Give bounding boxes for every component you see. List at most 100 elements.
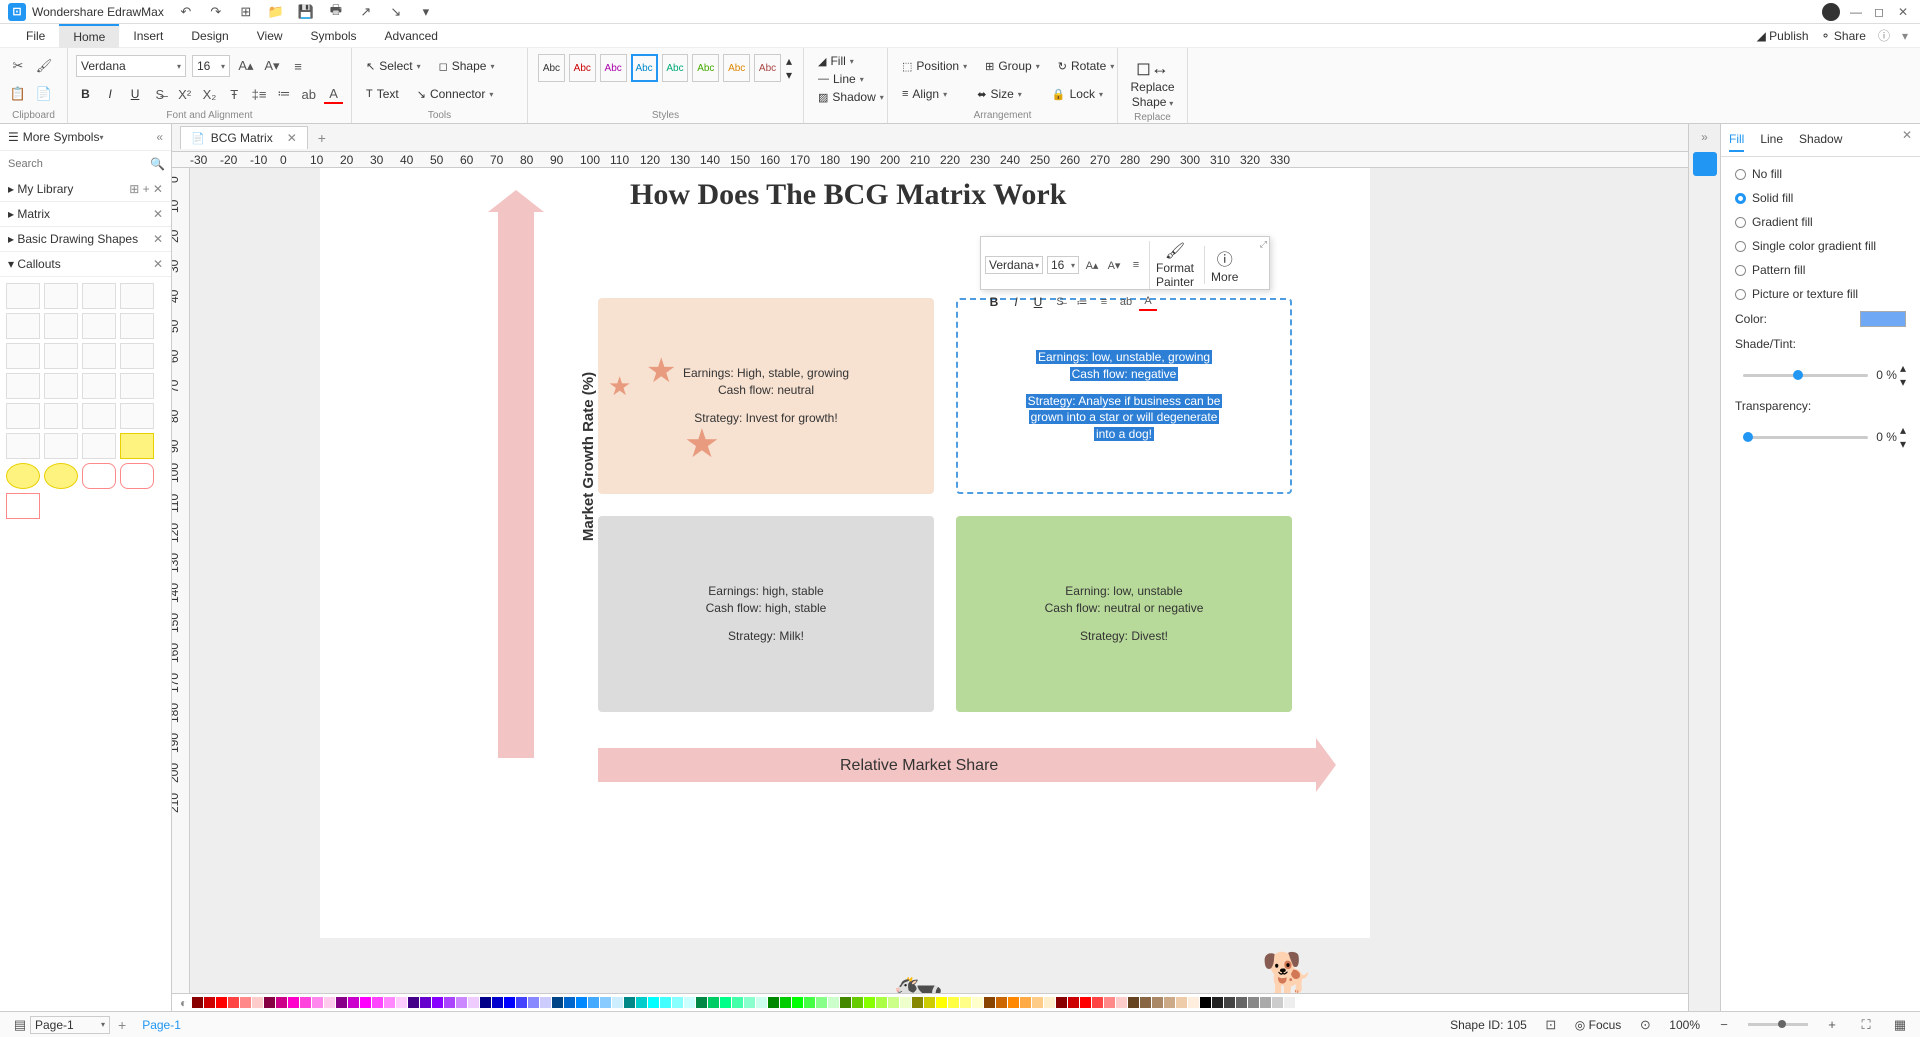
- color-swatch[interactable]: [264, 997, 275, 1008]
- color-swatch[interactable]: [948, 997, 959, 1008]
- shape-thumb[interactable]: [120, 373, 154, 399]
- text-button[interactable]: T Text: [360, 85, 405, 103]
- shape-thumb[interactable]: [82, 403, 116, 429]
- case-icon[interactable]: Ŧ: [225, 84, 244, 104]
- color-swatch[interactable]: [792, 997, 803, 1008]
- diagram-title[interactable]: How Does The BCG Matrix Work: [630, 178, 1066, 212]
- color-swatch[interactable]: [696, 997, 707, 1008]
- color-swatch[interactable]: [372, 997, 383, 1008]
- color-swatch[interactable]: [516, 997, 527, 1008]
- fill-button[interactable]: ◢ Fill ▾: [812, 52, 879, 70]
- color-swatch[interactable]: [804, 997, 815, 1008]
- quadrant-stars[interactable]: Earnings: High, stable, growing Cash flo…: [598, 298, 934, 494]
- fullscreen-icon[interactable]: ⛶: [1856, 1015, 1876, 1035]
- menu-file[interactable]: File: [12, 25, 59, 47]
- color-swatch[interactable]: [1008, 997, 1019, 1008]
- style-6[interactable]: Abc: [692, 54, 719, 82]
- undo-icon[interactable]: ↶: [176, 2, 196, 22]
- color-swatch[interactable]: [1248, 997, 1259, 1008]
- shape-thumb[interactable]: [82, 283, 116, 309]
- floating-toolbar[interactable]: Verdana▾ 16▾ A▴ A▾ ≡ 🖌Format Painter ⓘMo…: [980, 236, 1270, 290]
- maximize-icon[interactable]: ◻: [1874, 5, 1888, 19]
- focus-button[interactable]: ◎ Focus: [1575, 1018, 1622, 1032]
- shape-thumb[interactable]: [44, 313, 78, 339]
- rotate-button[interactable]: ↻ Rotate▾: [1052, 57, 1121, 75]
- open-icon[interactable]: 📁: [266, 2, 286, 22]
- color-swatch[interactable]: [864, 997, 875, 1008]
- color-swatch[interactable]: [564, 997, 575, 1008]
- shape-thumb[interactable]: [120, 433, 154, 459]
- copy-icon[interactable]: 📋: [8, 84, 28, 104]
- shape-thumb[interactable]: [6, 493, 40, 519]
- color-swatch[interactable]: [1164, 997, 1175, 1008]
- radio-solid-fill[interactable]: Solid fill: [1735, 191, 1906, 205]
- format-painter-icon[interactable]: 🖌: [34, 56, 54, 76]
- color-swatch[interactable]: [228, 997, 239, 1008]
- zoom-in-icon[interactable]: +: [1822, 1015, 1842, 1035]
- color-swatch[interactable]: [1296, 997, 1307, 1008]
- color-swatch[interactable]: [744, 997, 755, 1008]
- cut-icon[interactable]: ✂: [8, 56, 28, 76]
- shape-thumb[interactable]: [120, 343, 154, 369]
- export-icon[interactable]: ↗: [356, 2, 376, 22]
- ft-pin-icon[interactable]: ⤢: [1260, 239, 1267, 250]
- shape-thumb[interactable]: [6, 433, 40, 459]
- shape-thumb[interactable]: [44, 373, 78, 399]
- select-button[interactable]: ↖ Select ▾: [360, 57, 427, 75]
- color-swatch[interactable]: [840, 997, 851, 1008]
- color-swatch[interactable]: [504, 997, 515, 1008]
- share-button[interactable]: ⚬ Share: [1821, 29, 1866, 43]
- color-swatch[interactable]: [336, 997, 347, 1008]
- color-swatch[interactable]: [1116, 997, 1127, 1008]
- shape-thumb[interactable]: [120, 313, 154, 339]
- color-swatch[interactable]: [1032, 997, 1043, 1008]
- minimize-icon[interactable]: —: [1850, 5, 1864, 19]
- color-swatch[interactable]: [1104, 997, 1115, 1008]
- color-swatch[interactable]: [1212, 997, 1223, 1008]
- color-swatch[interactable]: [1272, 997, 1283, 1008]
- line-button[interactable]: — Line ▾: [812, 70, 879, 88]
- matrix-section[interactable]: ▸ Matrix✕: [0, 202, 171, 227]
- shade-down-icon[interactable]: ▾: [1900, 375, 1906, 389]
- font-decrease-icon[interactable]: A▾: [262, 56, 282, 76]
- color-swatch[interactable]: [432, 997, 443, 1008]
- ft-increase-icon[interactable]: A▴: [1083, 256, 1101, 274]
- color-swatch[interactable]: [528, 997, 539, 1008]
- color-swatch[interactable]: [732, 997, 743, 1008]
- color-swatch[interactable]: [420, 997, 431, 1008]
- color-swatch[interactable]: [1236, 997, 1247, 1008]
- color-picker-icon[interactable]: ◐: [180, 996, 187, 1010]
- my-library-section[interactable]: ▸ My Library⊞ + ✕: [0, 177, 171, 202]
- underline-icon[interactable]: U: [126, 84, 145, 104]
- lock-button[interactable]: 🔒 Lock▾: [1046, 85, 1109, 103]
- ft-strike-icon[interactable]: S̶: [1051, 293, 1069, 311]
- color-bar[interactable]: ◐: [172, 993, 1688, 1011]
- publish-button[interactable]: ◢ Publish: [1757, 29, 1809, 43]
- shape-thumb[interactable]: [6, 343, 40, 369]
- radio-texture-fill[interactable]: Picture or texture fill: [1735, 287, 1906, 301]
- color-swatch[interactable]: [1044, 997, 1055, 1008]
- position-button[interactable]: ⬚ Position▾: [896, 57, 973, 75]
- superscript-icon[interactable]: X²: [175, 84, 194, 104]
- styles-gallery[interactable]: Abc Abc Abc Abc Abc Abc Abc Abc ▴▾: [536, 52, 795, 84]
- shade-slider[interactable]: [1743, 374, 1868, 377]
- basic-shapes-section[interactable]: ▸ Basic Drawing Shapes✕: [0, 227, 171, 252]
- connector-button[interactable]: ↘ Connector ▾: [411, 85, 500, 103]
- color-swatch[interactable]: [1860, 311, 1906, 327]
- shape-thumb[interactable]: [82, 433, 116, 459]
- page-list-icon[interactable]: ▤: [10, 1015, 30, 1035]
- color-swatch[interactable]: [1140, 997, 1151, 1008]
- color-swatch[interactable]: [672, 997, 683, 1008]
- ft-bullets-icon[interactable]: ≡: [1095, 293, 1113, 311]
- user-avatar[interactable]: [1822, 3, 1840, 21]
- color-swatch[interactable]: [348, 997, 359, 1008]
- color-swatch[interactable]: [1020, 997, 1031, 1008]
- zoom-out-icon[interactable]: −: [1714, 1015, 1734, 1035]
- radio-no-fill[interactable]: No fill: [1735, 167, 1906, 181]
- color-swatch[interactable]: [720, 997, 731, 1008]
- y-axis-arrow[interactable]: [498, 208, 534, 758]
- font-increase-icon[interactable]: A▴: [236, 56, 256, 76]
- trans-up-icon[interactable]: ▴: [1900, 423, 1906, 437]
- tab-fill[interactable]: Fill: [1729, 128, 1744, 152]
- color-swatch[interactable]: [636, 997, 647, 1008]
